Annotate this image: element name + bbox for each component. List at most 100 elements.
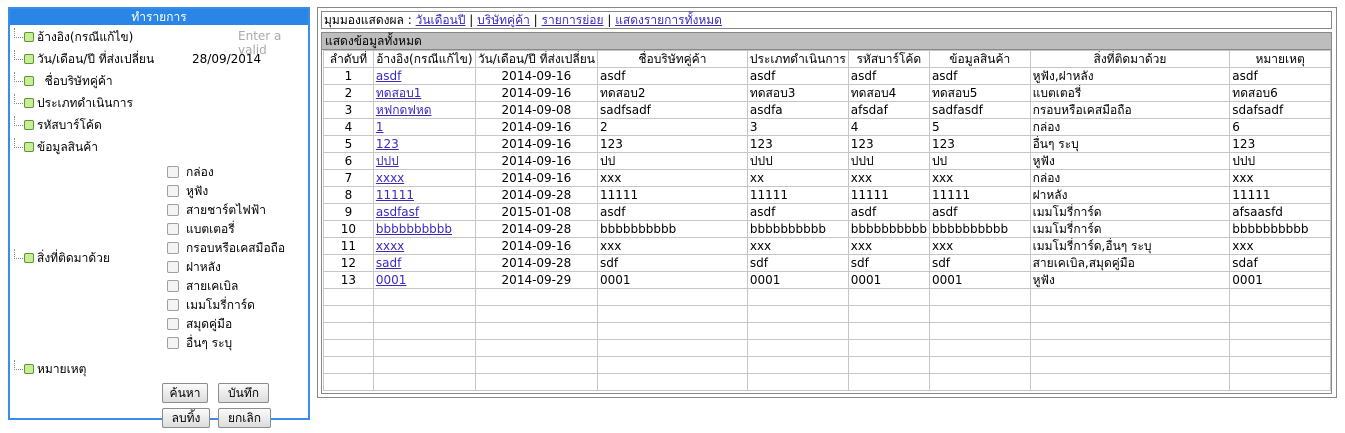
table-cell: sdaf [1229, 254, 1331, 272]
empty-row [323, 322, 1331, 340]
table-row[interactable]: 10 bbbbbbbbbb 2014-09-28 bbbbbbbbbb bbbbbbbb… [323, 220, 1331, 238]
table-row[interactable]: 3 หฟกดฟหด 2014-09-08 sadfsadf asdfa afsdaf sad… [323, 101, 1331, 119]
table-cell: 2014-09-16 [474, 169, 599, 187]
checkbox-label: สายเคเบิล [186, 279, 239, 293]
table-row[interactable]: 8 11111 2014-09-28 11111 11111 11111 11111 ฝาหล… [323, 186, 1331, 204]
checkbox-box[interactable] [167, 203, 179, 216]
table-cell: 11111 [746, 186, 849, 204]
table-row[interactable]: 13 0001 2014-09-29 0001 0001 0001 0001 หูฟัง 000… [323, 271, 1331, 289]
table-row[interactable]: 4 1 2014-09-16 2 3 4 5 กล่อง 6 [323, 118, 1331, 136]
checkbox-box[interactable] [167, 222, 179, 235]
table-cell [474, 356, 599, 374]
checkbox-item[interactable]: กรอบหรือเคสมือถือ [167, 239, 285, 257]
ref-link[interactable]: sadf [376, 256, 401, 270]
table-cell [323, 322, 374, 340]
checkbox-box[interactable] [167, 298, 179, 311]
table-cell [847, 356, 930, 374]
table-row[interactable]: 2 ทดสอบ1 2014-09-16 ทดสอบ2 ทดสอบ3 ทดสอบ4 ทดสอบ… [323, 84, 1331, 102]
field-company: ชื่อบริษัทคู่ค้า [14, 72, 113, 90]
table-cell [1229, 288, 1331, 306]
checkbox-item[interactable]: สมุดคู่มือ [167, 315, 232, 333]
ref-link[interactable]: xxxx [376, 239, 404, 253]
table-cell [928, 305, 1031, 323]
checkbox-box[interactable] [167, 317, 179, 330]
view-link-all[interactable]: แสดงรายการทั้งหมด [615, 13, 722, 27]
table-cell: 6 [323, 152, 374, 170]
delete-button[interactable]: ลบทิ้ง [162, 408, 210, 428]
checkbox-item[interactable]: ฝาหลัง [167, 258, 221, 276]
table-header-row: ลำดับที่ อ้างอิง(กรณีแก้ไข) วัน/เดือน/ปี ท… [323, 50, 1331, 68]
table-cell [746, 339, 849, 357]
view-link-company[interactable]: บริษัทคู่ค้า [477, 13, 530, 27]
table-row[interactable]: 7 xxxx 2014-09-16 xxx xx xxx xxx กล่อง xxx [323, 169, 1331, 187]
field-label-date: วัน/เดือน/ปี ที่ส่งเปลี่ยน [37, 52, 155, 66]
table-cell [1029, 288, 1231, 306]
table-cell: 11111 [1229, 186, 1331, 204]
table-cell: 2014-09-16 [474, 237, 599, 255]
table-cell [928, 356, 1031, 374]
checkbox-item[interactable]: อื่นๆ ระบุ [167, 334, 232, 352]
checkbox-box[interactable] [167, 184, 179, 197]
ref-link[interactable]: 11111 [376, 188, 414, 202]
field-label-barcode: รหัสบาร์โค้ด [37, 118, 102, 132]
table-row[interactable]: 11 xxxx 2014-09-16 xxx xxx xxx xxx เมมโมรี่การ์… [323, 237, 1331, 255]
ref-link[interactable]: หฟกดฟหด [376, 103, 432, 117]
table-cell: 0001 [746, 271, 849, 289]
checkbox-item[interactable]: สายเคเบิล [167, 277, 238, 295]
table-cell: เมมโมรี่การ์ด [1029, 203, 1231, 221]
table-cell [1229, 322, 1331, 340]
table-row[interactable]: 12 sadf 2014-09-28 sdf sdf sdf sdf สายเคเบิล,สม… [323, 254, 1331, 272]
column-header: อ้างอิง(กรณีแก้ไข) [372, 50, 476, 68]
date-input[interactable]: 28/09/2014 [192, 50, 261, 68]
table-row[interactable]: 5 123 2014-09-16 123 123 123 123 อื่นๆ ระบุ 123 [323, 135, 1331, 153]
empty-row [323, 373, 1331, 391]
ref-link[interactable]: asdf [376, 69, 401, 83]
table-cell [372, 305, 476, 323]
checkbox-item[interactable]: หูฟัง [167, 182, 208, 200]
checkbox-item[interactable]: กล่อง [167, 163, 214, 181]
table-cell: afsdaf [847, 101, 930, 119]
checkbox-label: เมมโมรี่การ์ด [186, 298, 255, 312]
view-link-date[interactable]: วันเดือนปี [416, 13, 466, 27]
field-note: หมายเหตุ [14, 360, 86, 378]
table-cell: 0001 [1229, 271, 1331, 289]
column-header: หมายเหตุ [1229, 50, 1331, 68]
ref-link[interactable]: ทดสอบ1 [376, 86, 422, 100]
checkbox-box[interactable] [167, 241, 179, 254]
column-header: รหัสบาร์โค้ด [847, 50, 930, 68]
checkbox-box[interactable] [167, 336, 179, 349]
table-cell [474, 322, 599, 340]
table-cell [474, 373, 599, 391]
search-button[interactable]: ค้นหา [162, 383, 208, 403]
cancel-button[interactable]: ยกเลิก [218, 408, 271, 428]
checkbox-box[interactable] [167, 279, 179, 292]
table-cell: 13 [323, 271, 374, 289]
table-cell [746, 322, 849, 340]
table-cell: สายเคเบิล,สมุดคู่มือ [1029, 254, 1231, 272]
table-cell: 0001 [597, 271, 748, 289]
table-row[interactable]: 1 asdf 2014-09-16 asdf asdf asdf asdf หูฟัง,ฝาห… [323, 67, 1331, 85]
ref-link[interactable]: ปปป [376, 154, 399, 168]
ref-link[interactable]: asdfasf [376, 205, 419, 219]
table-cell: 6 [1229, 118, 1331, 136]
table-cell [372, 373, 476, 391]
table-row[interactable]: 6 ปปป 2014-09-16 ปป ปปป ปปป ปป หูฟัง ปปป [323, 152, 1331, 170]
table-cell: sdf [847, 254, 930, 272]
table-cell: 0001 [928, 271, 1031, 289]
checkbox-box[interactable] [167, 165, 179, 178]
ref-link[interactable]: 0001 [376, 273, 407, 287]
checkbox-item[interactable]: แบตเตอรี่ [167, 220, 235, 238]
checkbox-item[interactable]: สายชาร์ตไฟฟ้า [167, 201, 266, 219]
table-cell [1229, 339, 1331, 357]
view-link-subitems[interactable]: รายการย่อย [542, 13, 604, 27]
table-cell: 2014-09-28 [474, 254, 599, 272]
ref-link[interactable]: 1 [376, 120, 384, 134]
checkbox-box[interactable] [167, 260, 179, 273]
save-button[interactable]: บันทึก [218, 383, 269, 403]
ref-link[interactable]: bbbbbbbbbb [376, 222, 452, 236]
table-row[interactable]: 9 asdfasf 2015-01-08 asdf asdf asdf asdf เมมโมร… [323, 203, 1331, 221]
ref-link[interactable]: xxxx [376, 171, 404, 185]
checkbox-item[interactable]: เมมโมรี่การ์ด [167, 296, 255, 314]
leaf-node-icon [24, 31, 34, 42]
ref-link[interactable]: 123 [376, 137, 399, 151]
